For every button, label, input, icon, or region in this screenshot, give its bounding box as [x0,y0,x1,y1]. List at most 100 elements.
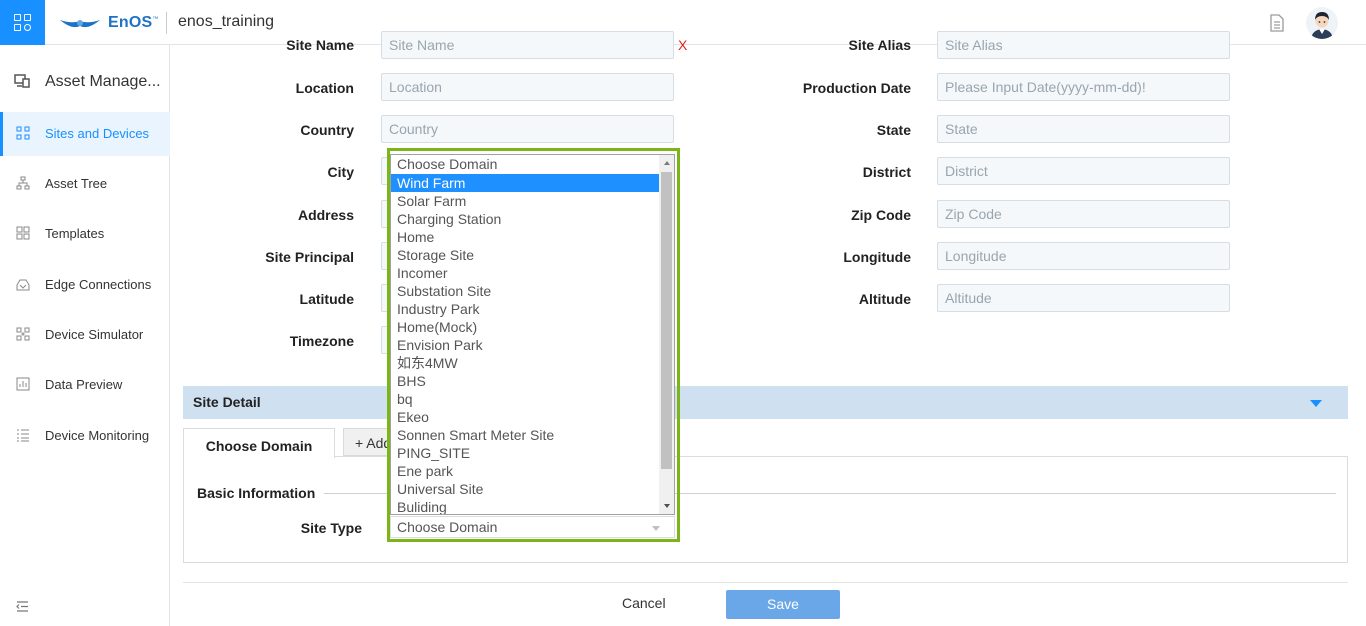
site-detail-bar[interactable]: Site Detail [183,386,1348,419]
enos-logo[interactable]: EnOS™ [58,10,159,36]
organization-name[interactable]: enos_training [178,13,274,31]
logo-tm: ™ [152,16,159,23]
site-principal-label: Site Principal [265,249,354,265]
basic-information-heading: Basic Information [197,485,316,501]
site-type-select[interactable]: Choose Domain [390,516,675,538]
document-icon[interactable] [1269,14,1285,32]
dropdown-option[interactable]: Storage Site [391,246,659,264]
header-divider [166,12,167,34]
sidebar-item-label: Device Simulator [45,327,144,342]
tree-icon [16,176,30,190]
add-tab-button[interactable]: + Add [343,428,393,456]
scroll-down-arrow-icon[interactable] [664,504,670,508]
scroll-up-arrow-icon[interactable] [664,161,670,165]
required-mark: X [678,37,688,53]
sidebar-item-data-preview[interactable]: Data Preview [0,363,170,407]
dropdown-option[interactable]: Home(Mock) [391,318,659,336]
dropdown-option[interactable]: Incomer [391,264,659,282]
sidebar: Asset Manage... Sites and Devices Asset … [0,45,170,626]
sidebar-item-label: Data Preview [45,377,123,392]
user-avatar-icon [1311,12,1333,39]
city-label: City [327,164,354,180]
district-label: District [862,164,911,180]
district-input[interactable]: District [937,157,1230,185]
dropdown-option[interactable]: Industry Park [391,300,659,318]
site-detail-title: Site Detail [193,394,261,410]
dropdown-option[interactable]: Charging Station [391,210,659,228]
sidebar-item-asset-tree[interactable]: Asset Tree [0,162,170,206]
save-button[interactable]: Save [726,590,840,619]
sidebar-header[interactable]: Asset Manage... [0,60,170,105]
templates-icon [16,226,30,240]
dropdown-option[interactable]: Ekeo [391,408,659,426]
cancel-button[interactable]: Cancel [622,595,666,611]
collapse-menu-icon[interactable] [16,601,29,612]
state-input[interactable]: State [937,115,1230,143]
site-alias-input[interactable]: Site Alias [937,31,1230,59]
sidebar-item-device-monitoring[interactable]: Device Monitoring [0,414,170,458]
caret-down-icon[interactable] [1310,400,1322,407]
site-type-select-value: Choose Domain [397,519,498,535]
location-input[interactable]: Location [381,73,674,101]
country-label: Country [300,122,354,138]
dropdown-option[interactable]: Solar Farm [391,192,659,210]
altitude-input[interactable]: Altitude [937,284,1230,312]
country-input[interactable]: Country [381,115,674,143]
sidebar-item-label: Edge Connections [45,277,152,292]
logo-text: EnOS [108,14,153,31]
bar-chart-icon [16,377,30,391]
sidebar-item-templates[interactable]: Templates [0,212,170,256]
zip-code-label: Zip Code [851,207,911,223]
latitude-label: Latitude [299,291,354,307]
production-date-label: Production Date [802,80,911,96]
dropdown-option[interactable]: bq [391,390,659,408]
altitude-label: Altitude [858,291,911,307]
timezone-label: Timezone [289,333,354,349]
monitor-icon [14,74,30,88]
dropdown-option[interactable]: Universal Site [391,480,659,498]
production-date-input[interactable]: Please Input Date(yyyy-mm-dd)! [937,73,1230,101]
sidebar-item-sites-and-devices[interactable]: Sites and Devices [0,112,170,156]
longitude-label: Longitude [843,249,911,265]
sidebar-item-device-simulator[interactable]: Device Simulator [0,313,170,357]
user-avatar[interactable] [1306,7,1338,39]
dropdown-option[interactable]: Substation Site [391,282,659,300]
dropdown-option[interactable]: Ene park [391,462,659,480]
location-label: Location [295,80,354,96]
footer-divider [183,582,1348,583]
dropdown-option[interactable]: PING_SITE [391,444,659,462]
zip-code-input[interactable]: Zip Code [937,200,1230,228]
dropdown-option-selected[interactable]: Wind Farm [391,174,659,192]
app-grid-icon[interactable] [0,0,45,45]
sidebar-item-label: Device Monitoring [45,428,150,443]
site-name-label: Site Name [286,37,354,53]
sidebar-item-label: Sites and Devices [45,126,150,141]
sites-grid-icon [16,126,30,140]
main-content: Site Name Site Name X Site Alias Site Al… [170,31,1366,626]
site-type-label: Site Type [300,520,362,536]
sidebar-title: Asset Manage... [45,73,161,90]
dropdown-option[interactable]: Home [391,228,659,246]
sidebar-item-edge-connections[interactable]: Edge Connections [0,263,170,307]
sidebar-item-label: Asset Tree [45,176,108,191]
simulator-icon [16,327,30,341]
longitude-input[interactable]: Longitude [937,242,1230,270]
list-monitor-icon [17,429,29,442]
logo-wing-icon [60,20,100,28]
edge-connection-icon [16,279,30,291]
dropdown-option[interactable]: 如东4MW [391,354,659,372]
dropdown-option[interactable]: Envision Park [391,336,659,354]
dropdown-scrollbar[interactable] [659,155,674,514]
dropdown-option[interactable]: BHS [391,372,659,390]
tab-choose-domain[interactable]: Choose Domain [183,428,335,458]
site-detail-panel [183,456,1348,563]
site-name-input[interactable]: Site Name [381,31,674,59]
sidebar-item-label: Templates [45,226,105,241]
dropdown-option[interactable]: Choose Domain [391,155,659,173]
dropdown-option[interactable]: Sonnen Smart Meter Site [391,426,659,444]
state-label: State [876,122,911,138]
chevron-down-icon [652,526,660,531]
site-type-dropdown-list[interactable]: Choose Domain Wind Farm Solar Farm Charg… [390,154,675,515]
scrollbar-thumb[interactable] [661,172,672,469]
dropdown-option[interactable]: Buliding [391,498,659,514]
